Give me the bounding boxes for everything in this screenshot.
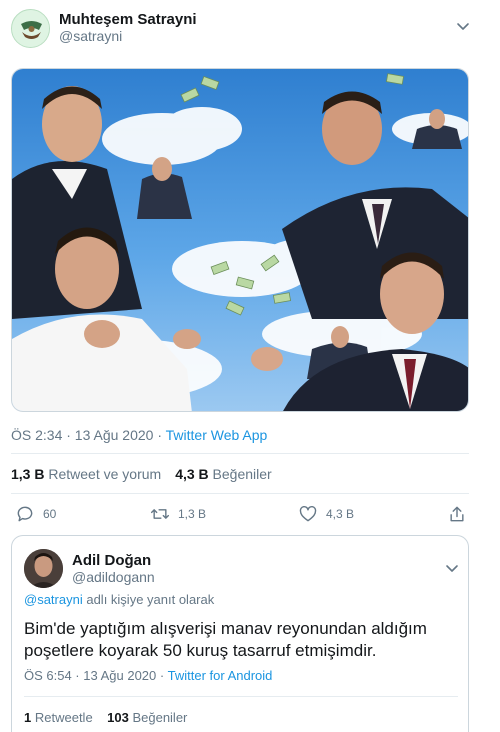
reply-retweets-count: 1 bbox=[24, 710, 32, 725]
meta-separator: · bbox=[156, 668, 168, 683]
tweet-timestamp[interactable]: ÖS 2:34 · 13 Ağu 2020 bbox=[11, 427, 153, 443]
retweet-icon bbox=[150, 509, 170, 519]
reply-likes-count: 103 bbox=[107, 710, 129, 725]
retweets-stat[interactable]: 1,3 B Retweet ve yorum bbox=[11, 466, 161, 482]
retweets-label: Retweet ve yorum bbox=[48, 466, 162, 482]
reply-button[interactable]: 60 bbox=[15, 504, 56, 524]
reply-retweets-label: Retweetle bbox=[34, 710, 93, 725]
reply-author-avatar[interactable] bbox=[24, 549, 63, 588]
retweets-count: 1,3 B bbox=[11, 466, 45, 482]
divider bbox=[11, 493, 469, 494]
tweet-card: Muhteşem Satrayni @satrayni ÖS 2:34 · 13… bbox=[0, 0, 480, 732]
share-button[interactable] bbox=[447, 504, 475, 524]
reply-stats: 1 Retweetle 103 Beğeniler bbox=[24, 710, 187, 725]
reply-tweet-card[interactable]: Adil Doğan @adildogann @satrayni adlı ki… bbox=[11, 535, 469, 732]
replying-mention-link[interactable]: @satrayni bbox=[24, 592, 83, 607]
reply-source-app[interactable]: Twitter for Android bbox=[168, 668, 273, 683]
meta-separator: · bbox=[153, 427, 166, 443]
chevron-down-icon[interactable] bbox=[455, 18, 471, 34]
heart-icon bbox=[299, 506, 317, 522]
tweet-actions: 60 1,3 B 4,3 B bbox=[0, 500, 480, 530]
reply-metadata: ÖS 6:54 · 13 Ağu 2020 · Twitter for Andr… bbox=[24, 668, 272, 683]
divider bbox=[11, 453, 469, 454]
reply-likes-label: Beğeniler bbox=[132, 710, 188, 725]
reply-author-name[interactable]: Adil Doğan bbox=[72, 552, 151, 569]
reply-timestamp[interactable]: ÖS 6:54 · 13 Ağu 2020 bbox=[24, 668, 156, 683]
like-count: 4,3 B bbox=[326, 507, 355, 521]
like-button[interactable]: 4,3 B bbox=[298, 504, 354, 524]
replying-to: @satrayni adlı kişiye yanıt olarak bbox=[24, 592, 214, 607]
replying-suffix: adlı kişiye yanıt olarak bbox=[86, 592, 215, 607]
likes-count: 4,3 B bbox=[175, 466, 209, 482]
tweet-metadata: ÖS 2:34 · 13 Ağu 2020 · Twitter Web App bbox=[11, 427, 267, 443]
likes-label: Beğeniler bbox=[212, 466, 272, 482]
share-icon bbox=[450, 506, 464, 522]
reply-icon bbox=[17, 506, 33, 522]
retweet-count: 1,3 B bbox=[178, 507, 207, 521]
reply-text: Bim'de yaptığım alışverişi manav reyonun… bbox=[24, 619, 427, 660]
reply-author-handle[interactable]: @adildogann bbox=[72, 569, 155, 585]
retweet-button[interactable]: 1,3 B bbox=[150, 504, 206, 524]
reply-likes-stat[interactable]: 103 Beğeniler bbox=[107, 710, 187, 725]
tweet-source-app[interactable]: Twitter Web App bbox=[166, 427, 268, 443]
likes-stat[interactable]: 4,3 B Beğeniler bbox=[175, 466, 272, 482]
author-avatar[interactable] bbox=[11, 9, 50, 48]
tweet-stats: 1,3 B Retweet ve yorum 4,3 B Beğeniler bbox=[11, 466, 272, 482]
chevron-down-icon[interactable] bbox=[444, 560, 460, 576]
author-name[interactable]: Muhteşem Satrayni bbox=[59, 11, 197, 28]
tweet-image[interactable] bbox=[11, 68, 469, 412]
reply-count: 60 bbox=[43, 507, 57, 521]
author-handle[interactable]: @satrayni bbox=[59, 28, 122, 44]
reply-retweets-stat[interactable]: 1 Retweetle bbox=[24, 710, 93, 725]
divider bbox=[24, 696, 458, 697]
